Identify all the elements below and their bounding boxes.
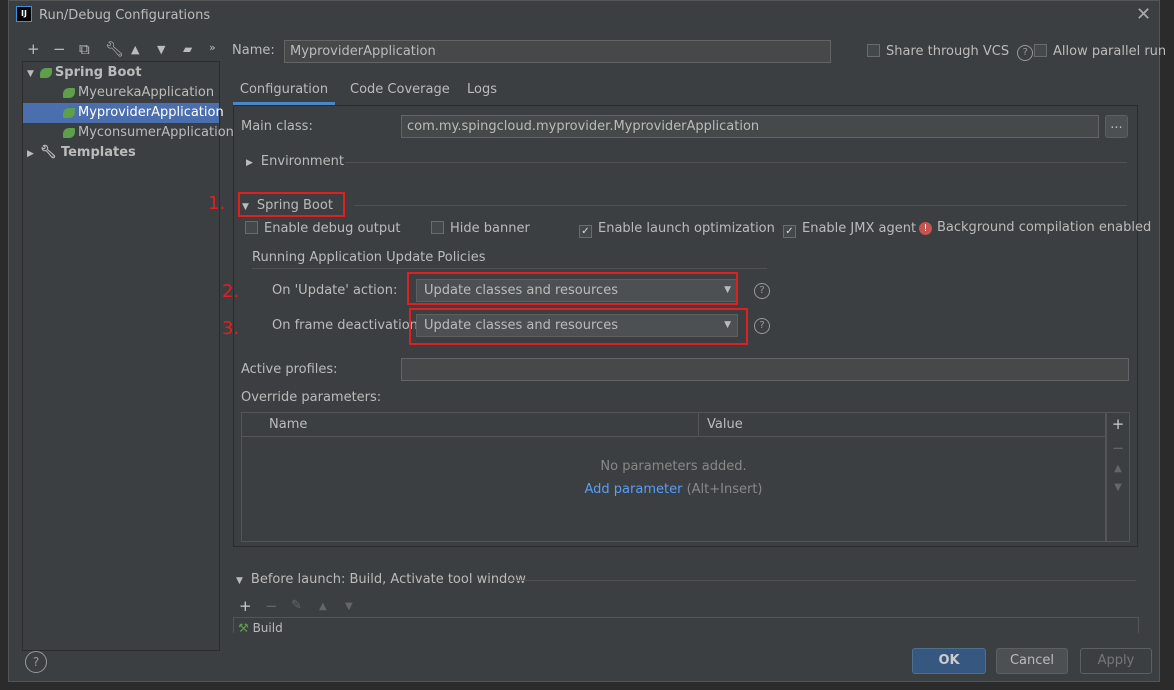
before-launch-section[interactable]: ▼ Before launch: Build, Activate tool win…: [236, 572, 526, 587]
frame-deactivation-label: On frame deactivation:: [272, 318, 423, 333]
name-label: Name:: [232, 43, 275, 58]
launch-optimization-checkbox[interactable]: ✓ Enable launch optimization: [579, 221, 775, 238]
remove-task-icon[interactable]: −: [265, 597, 278, 615]
ok-button[interactable]: OK: [912, 648, 986, 674]
remove-icon[interactable]: −: [1107, 439, 1129, 457]
apply-button[interactable]: Apply: [1080, 648, 1152, 674]
empty-text: No parameters added.: [600, 459, 747, 474]
active-profiles-input[interactable]: [401, 358, 1129, 381]
spring-boot-icon: [63, 107, 75, 118]
browse-button[interactable]: ...: [1105, 115, 1128, 138]
share-vcs-checkbox[interactable]: Share through VCS ?: [867, 44, 1034, 61]
name-input[interactable]: MyproviderApplication: [284, 40, 831, 63]
help-icon[interactable]: ?: [754, 283, 770, 299]
more-icon[interactable]: »: [209, 41, 216, 54]
annotation-3: 3.: [222, 318, 240, 339]
tree-item-selected[interactable]: MyproviderApplication: [23, 103, 224, 123]
arrow-down-icon[interactable]: ▼: [157, 43, 165, 56]
main-class-input[interactable]: com.my.spingcloud.myprovider.MyproviderA…: [401, 115, 1099, 138]
active-profiles-label: Active profiles:: [241, 362, 338, 377]
spring-boot-icon: [39, 67, 52, 78]
help-icon: ?: [1017, 45, 1034, 61]
tree-item[interactable]: MyeurekaApplication: [23, 83, 219, 103]
minus-icon[interactable]: −: [53, 40, 66, 58]
add-parameter-link[interactable]: Add parameter: [584, 482, 682, 497]
tree-item[interactable]: MyconsumerApplication: [23, 123, 234, 143]
bg-compilation-warning: ! Background compilation enabled: [919, 220, 1151, 235]
move-down-icon[interactable]: ▼: [345, 601, 353, 612]
intellij-logo: IJ: [16, 6, 32, 22]
config-tree: ▼ Spring Boot MyeurekaApplication Myprovi…: [22, 61, 234, 651]
cancel-button[interactable]: Cancel: [996, 648, 1068, 674]
environment-section[interactable]: ▶ Environment: [246, 154, 344, 169]
move-down-icon[interactable]: ▼: [1107, 482, 1129, 493]
copy-icon[interactable]: ⧉: [79, 40, 90, 58]
hide-banner-checkbox[interactable]: Hide banner: [431, 221, 530, 236]
add-task-icon[interactable]: +: [239, 597, 252, 615]
close-icon[interactable]: ✕: [1136, 4, 1151, 25]
help-button[interactable]: ?: [25, 651, 47, 673]
tab-configuration[interactable]: Configuration: [233, 81, 335, 105]
move-up-icon[interactable]: ▲: [319, 601, 327, 612]
add-icon[interactable]: +: [1107, 415, 1129, 433]
wrench-icon: 🔧︎: [39, 145, 61, 160]
column-name[interactable]: Name: [269, 417, 307, 432]
hammer-icon: ⚒: [238, 621, 253, 633]
tree-group-spring-boot[interactable]: ▼ Spring Boot: [23, 63, 219, 83]
debug-output-checkbox[interactable]: Enable debug output: [245, 221, 400, 236]
task-build[interactable]: ⚒ Build: [234, 618, 1138, 633]
help-icon[interactable]: ?: [754, 318, 770, 334]
allow-parallel-checkbox[interactable]: Allow parallel run: [1034, 44, 1166, 59]
override-table: Name Value No parameters added. Add para…: [241, 412, 1106, 542]
run-debug-dialog: IJ Run/Debug Configurations ✕ + − ⧉ 🔧︎ ▲…: [8, 0, 1166, 682]
wrench-icon[interactable]: 🔧︎: [105, 40, 124, 58]
edit-task-icon[interactable]: ✎: [291, 598, 302, 613]
tree-group-templates[interactable]: ▶ 🔧︎ Templates: [23, 143, 219, 163]
tab-code-coverage[interactable]: Code Coverage: [350, 81, 450, 105]
update-action-label: On 'Update' action:: [272, 283, 398, 298]
before-launch-list: ⚒ Build: [233, 617, 1139, 633]
spring-boot-icon: [63, 127, 75, 138]
policies-header: Running Application Update Policies: [252, 250, 486, 265]
annotation-2: 2.: [222, 281, 240, 302]
tab-logs[interactable]: Logs: [467, 81, 497, 105]
plus-icon[interactable]: +: [27, 40, 40, 58]
annotation-1: 1.: [208, 193, 226, 214]
dialog-title: Run/Debug Configurations: [39, 8, 211, 23]
arrow-up-icon[interactable]: ▲: [131, 43, 139, 56]
error-icon: !: [919, 222, 932, 235]
main-class-label: Main class:: [241, 119, 313, 134]
jmx-agent-checkbox[interactable]: ✓ Enable JMX agent: [783, 221, 916, 238]
override-label: Override parameters:: [241, 390, 382, 405]
move-up-icon[interactable]: ▲: [1107, 463, 1129, 474]
spring-boot-icon: [63, 87, 75, 98]
new-folder-icon[interactable]: ▰: [183, 42, 192, 56]
column-value[interactable]: Value: [707, 417, 743, 432]
